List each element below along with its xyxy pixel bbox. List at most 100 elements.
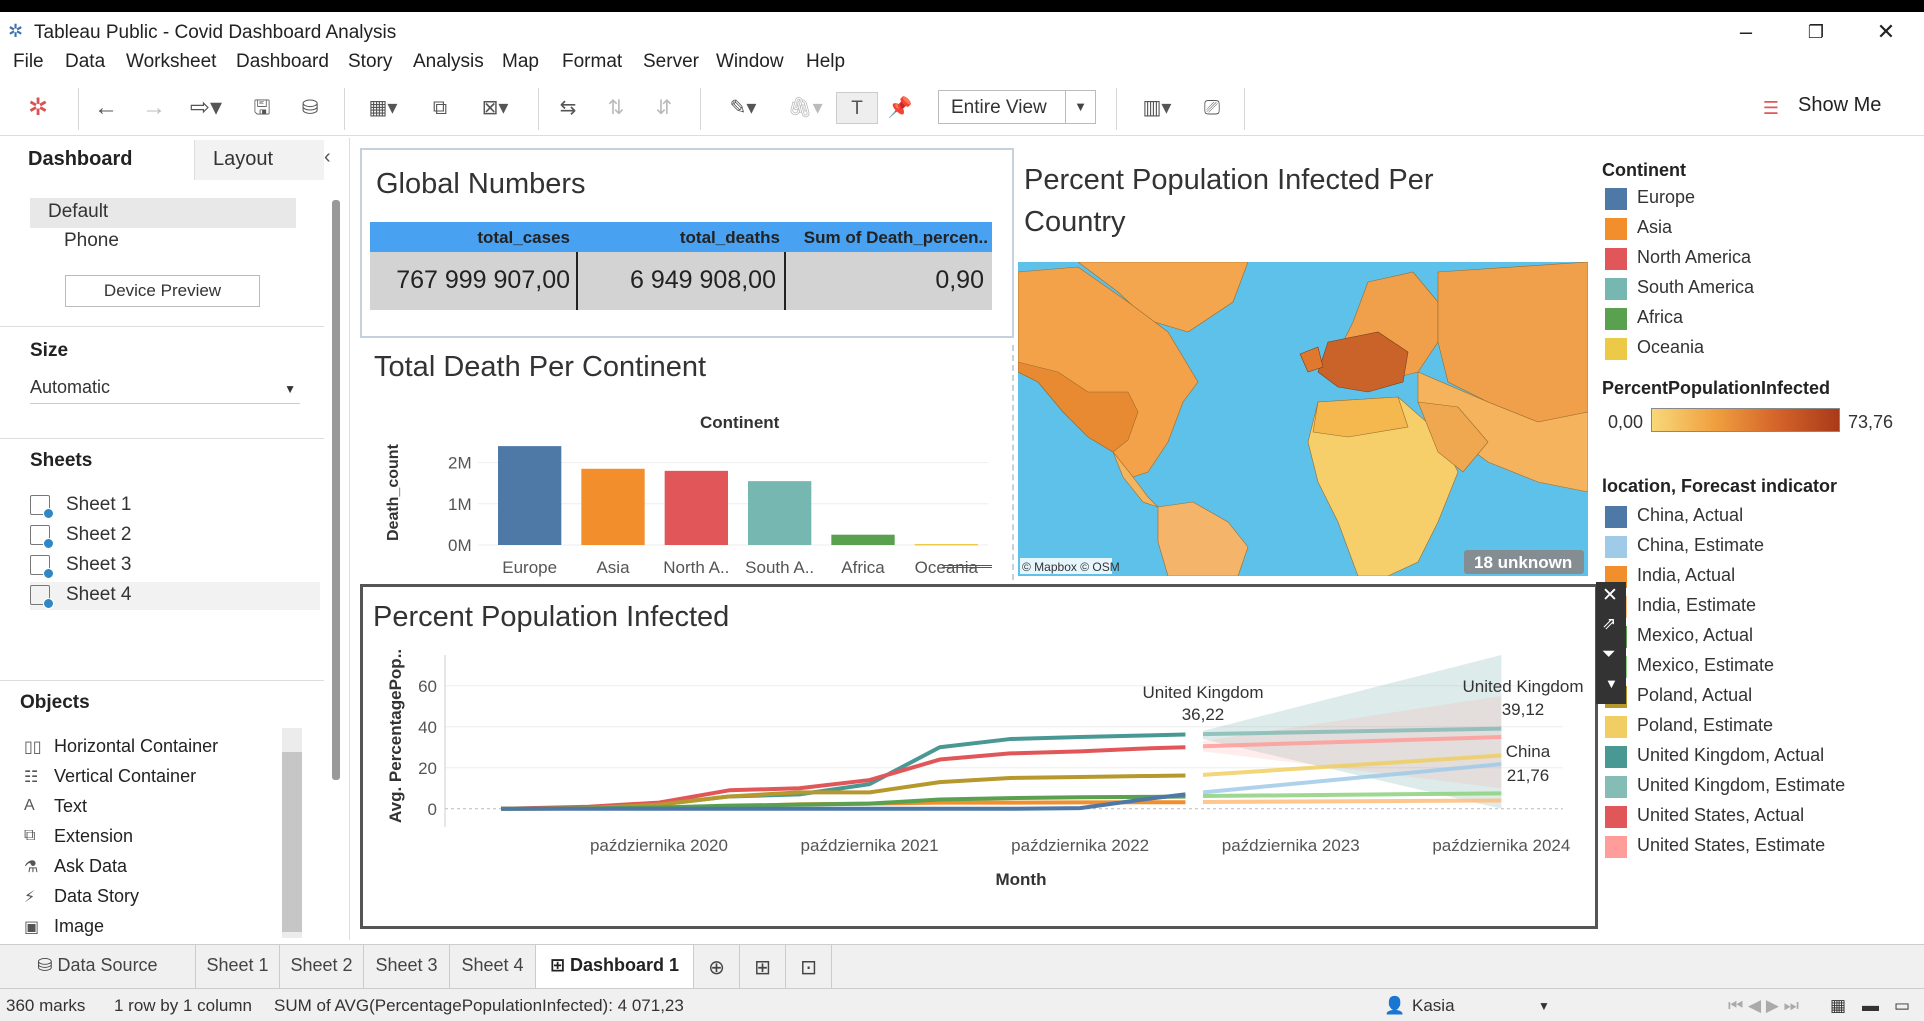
redo-dropdown-icon[interactable]: ⇨▾ — [184, 92, 228, 124]
minimize-icon[interactable]: – — [1726, 16, 1766, 48]
tableau-home-icon[interactable]: ✲ — [22, 92, 54, 124]
world-map[interactable]: © Mapbox © OSM 18 unknown — [1018, 262, 1588, 576]
menu-format[interactable]: Format — [562, 51, 622, 73]
chevron-down-icon[interactable]: ▼ — [1065, 91, 1095, 123]
object-text[interactable]: A Text — [24, 796, 87, 817]
new-story-tab-icon[interactable]: ⊡ — [786, 945, 832, 989]
restore-icon[interactable]: ❐ — [1796, 16, 1836, 48]
menu-worksheet[interactable]: Worksheet — [126, 51, 216, 73]
legend-item[interactable]: United States, Actual — [1605, 805, 1804, 829]
menu-map[interactable]: Map — [502, 51, 539, 73]
menu-dashboard[interactable]: Dashboard — [236, 51, 329, 73]
user-chevron-down-icon[interactable]: ▼ — [1538, 999, 1550, 1013]
new-worksheet-tab-icon[interactable]: ⊕ — [694, 945, 740, 989]
device-default[interactable]: Default — [30, 198, 296, 228]
tab-sheet-3[interactable]: Sheet 3 — [364, 945, 450, 989]
back-icon[interactable]: ← — [90, 92, 122, 124]
legend-item[interactable]: Poland, Estimate — [1605, 715, 1773, 739]
sheet-item[interactable]: Sheet 1 — [30, 492, 320, 520]
film-view-icon[interactable]: ▬ — [1862, 996, 1879, 1016]
device-preview-button[interactable]: Device Preview — [65, 275, 260, 307]
chevron-down-icon[interactable]: ▼ — [284, 382, 296, 396]
size-select[interactable]: Automatic ▼ — [30, 374, 300, 404]
sheet-item[interactable]: Sheet 3 — [30, 552, 320, 580]
grid-view-icon[interactable]: ▦ — [1830, 996, 1846, 1016]
legend-item[interactable]: Mexico, Estimate — [1605, 655, 1774, 679]
left-panel-scrollbar[interactable] — [332, 200, 340, 780]
legend-item[interactable]: North America — [1605, 247, 1751, 271]
sort-ascending-icon[interactable]: ⇅ — [600, 92, 632, 124]
more-options-icon[interactable]: ▼ — [1605, 676, 1618, 691]
death-per-continent-sheet[interactable]: Total Death Per Continent Continent Deat… — [360, 345, 1014, 580]
legend-item[interactable]: Mexico, Actual — [1605, 625, 1753, 649]
legend-item[interactable]: Africa — [1605, 307, 1683, 331]
legend-item[interactable]: Asia — [1605, 217, 1672, 241]
tab-sheet-1[interactable]: Sheet 1 — [196, 945, 280, 989]
sheet-item[interactable]: Sheet 2 — [30, 522, 320, 550]
sort-descending-icon[interactable]: ⇵ — [648, 92, 680, 124]
tab-sheet-4[interactable]: Sheet 4 — [450, 945, 536, 989]
legend-item[interactable]: China, Estimate — [1605, 535, 1764, 559]
menu-file[interactable]: File — [13, 51, 44, 73]
presentation-icon[interactable]: ⎚ — [1196, 92, 1228, 124]
forward-icon[interactable]: → — [138, 92, 170, 124]
resize-handle-icon[interactable] — [942, 565, 992, 575]
tab-data-source[interactable]: ⛁ Data Source — [0, 945, 196, 989]
legend-item[interactable]: Oceania — [1605, 337, 1704, 361]
new-dashboard-tab-icon[interactable]: ⊞ — [740, 945, 786, 989]
percent-infected-map-sheet[interactable]: Percent Population Infected Per Country — [1018, 148, 1588, 580]
menu-window[interactable]: Window — [716, 51, 784, 73]
highlight-icon[interactable]: ✎▾ — [718, 92, 768, 124]
object-image[interactable]: ▣ Image — [24, 916, 104, 937]
show-me-button[interactable]: Show Me — [1798, 94, 1881, 117]
legend-item[interactable]: South America — [1605, 277, 1754, 301]
show-labels-icon[interactable]: T — [836, 92, 878, 124]
legend-item[interactable]: United Kingdom, Estimate — [1605, 775, 1845, 799]
collapse-icon[interactable]: ‹ — [324, 146, 331, 169]
view-mode-select[interactable]: Entire View ▼ — [938, 90, 1096, 124]
legend-item[interactable]: Europe — [1605, 187, 1695, 211]
clear-sheet-icon[interactable]: ⊠▾ — [470, 92, 520, 124]
new-data-source-icon[interactable]: ⛁ — [294, 92, 326, 124]
legend-item[interactable]: United Kingdom, Actual — [1605, 745, 1824, 769]
tab-dashboard-1[interactable]: ⊞ Dashboard 1 — [536, 945, 694, 989]
menu-data[interactable]: Data — [65, 51, 105, 73]
menu-help[interactable]: Help — [806, 51, 845, 73]
tab-view-icon[interactable]: ▭ — [1894, 996, 1910, 1016]
menu-analysis[interactable]: Analysis — [413, 51, 484, 73]
tab-dashboard[interactable]: Dashboard — [0, 140, 194, 180]
percent-infected-line-sheet[interactable]: Percent Population Infected Avg. Percent… — [360, 584, 1598, 929]
object-data-story[interactable]: ⚡ Data Story — [24, 886, 139, 907]
save-icon[interactable]: 🖫 — [246, 92, 278, 124]
global-numbers-sheet[interactable]: Global Numbers total_cases total_deaths … — [360, 148, 1014, 338]
duplicate-sheet-icon[interactable]: ⧉ — [424, 92, 456, 124]
remove-icon[interactable]: ✕ — [1602, 584, 1618, 607]
object-horizontal-container[interactable]: ▯▯ Horizontal Container — [24, 736, 218, 757]
legend-item[interactable]: Poland, Actual — [1605, 685, 1752, 709]
tab-layout[interactable]: Layout — [194, 140, 324, 180]
legend-item[interactable]: India, Estimate — [1605, 595, 1756, 619]
go-to-sheet-icon[interactable]: ⇗ — [1602, 614, 1616, 634]
pin-icon[interactable]: 📌 — [884, 92, 916, 124]
new-worksheet-icon[interactable]: ▦▾ — [358, 92, 408, 124]
tab-sheet-2[interactable]: Sheet 2 — [280, 945, 364, 989]
object-extension[interactable]: ⧉ Extension — [24, 826, 133, 847]
legend-item[interactable]: United States, Estimate — [1605, 835, 1825, 859]
object-vertical-container[interactable]: ☷ Vertical Container — [24, 766, 196, 787]
device-phone[interactable]: Phone — [64, 230, 119, 252]
swap-icon[interactable]: ⇆ — [552, 92, 584, 124]
menu-server[interactable]: Server — [643, 51, 699, 73]
menu-story[interactable]: Story — [348, 51, 392, 73]
filter-icon[interactable]: ⏷ — [1602, 644, 1616, 664]
group-icon[interactable]: 🖇▾ — [780, 92, 830, 124]
sheet-item[interactable]: Sheet 4 — [30, 582, 320, 610]
objects-scrollbar[interactable] — [282, 728, 302, 938]
show-me-icon[interactable]: ☰ — [1758, 92, 1784, 124]
cards-icon[interactable]: ▥▾ — [1132, 92, 1182, 124]
status-user[interactable]: Kasia — [1412, 996, 1455, 1016]
first-page-icon[interactable]: ⏮ ◀ ▶ ⏭ — [1728, 996, 1799, 1016]
close-icon[interactable]: ✕ — [1866, 16, 1906, 48]
database-icon: ⛁ — [37, 955, 58, 975]
legend-item[interactable]: China, Actual — [1605, 505, 1743, 529]
object-ask-data[interactable]: ⚗ Ask Data — [24, 856, 127, 877]
